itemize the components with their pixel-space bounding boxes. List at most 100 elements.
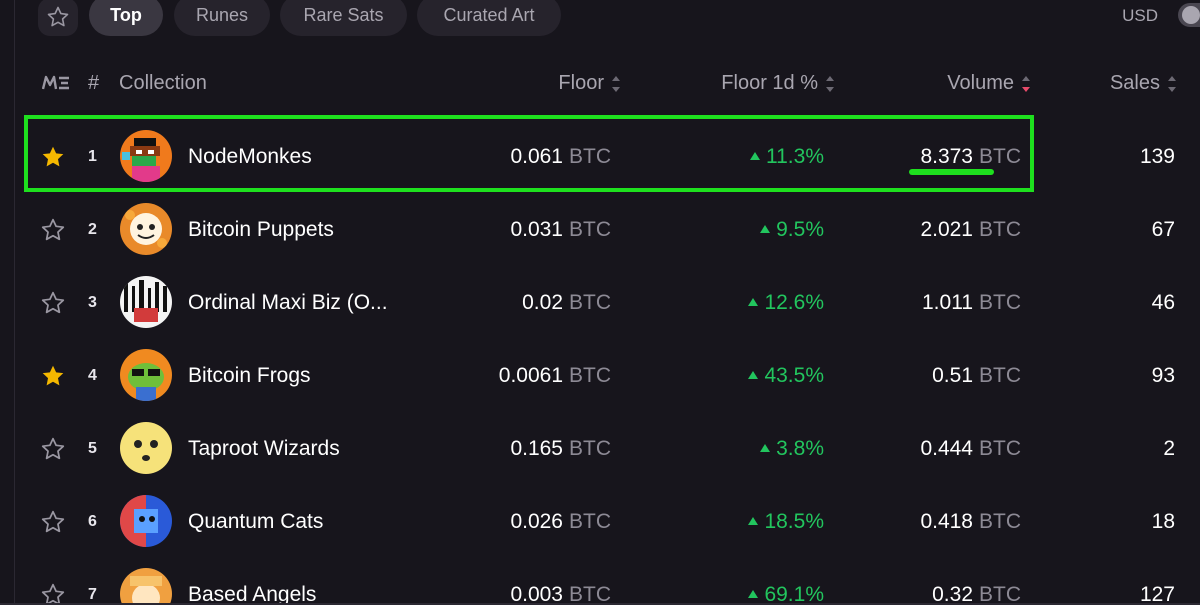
table-row[interactable]: 6 Quantum Cats 0.026 BTC 18.5% 0.418 BTC 18	[24, 485, 1175, 558]
table-row[interactable]: 1 NodeMonkes 0.061 BTC 11.3% 8.373 BTC 139	[24, 120, 1175, 193]
favorite-toggle[interactable]	[40, 558, 66, 605]
volume-cell: 2.021 BTC	[920, 193, 1021, 266]
floor-value: 0.02	[522, 290, 563, 314]
floor-change-value: 69.1%	[764, 582, 824, 605]
tab-top[interactable]: Top	[89, 0, 163, 36]
sort-icon	[1168, 75, 1176, 93]
unit-label: BTC	[569, 582, 611, 605]
floor-change-cell: 9.5%	[760, 193, 824, 266]
floor-value: 0.026	[510, 509, 563, 533]
floor-value: 0.003	[510, 582, 563, 605]
volume-value: 8.373	[920, 144, 973, 168]
floor-header-label: Floor	[558, 72, 604, 94]
favorite-toggle[interactable]	[40, 412, 66, 485]
volume-cell: 0.444 BTC	[920, 412, 1021, 485]
floor-change-cell: 18.5%	[748, 485, 824, 558]
tab-label: Runes	[195, 4, 249, 25]
sort-icon	[612, 75, 620, 93]
volume-sort-header[interactable]: Volume	[947, 72, 1030, 95]
unit-label: BTC	[569, 436, 611, 460]
table-row[interactable]: 3 Ordinal Maxi Biz (O... 0.02 BTC 12.6% 1.011…	[24, 266, 1175, 339]
floor-change-header-label: Floor 1d %	[721, 72, 818, 94]
up-triangle-icon	[748, 589, 759, 598]
floor-value: 0.0061	[498, 363, 563, 387]
favorite-toggle[interactable]	[40, 485, 66, 558]
favorite-toggle[interactable]	[40, 339, 66, 412]
favorite-toggle[interactable]	[40, 120, 66, 193]
toggle-knob	[1182, 6, 1200, 24]
unit-label: BTC	[569, 363, 611, 387]
unit-label: BTC	[569, 217, 611, 241]
unit-label: BTC	[979, 217, 1021, 241]
star-outline-icon	[41, 291, 65, 313]
up-triangle-icon	[748, 297, 759, 306]
volume-cell: 0.32 BTC	[932, 558, 1021, 605]
collection-name[interactable]: NodeMonkes	[188, 120, 312, 193]
sales-cell: 67	[1151, 217, 1175, 241]
collection-avatar[interactable]	[120, 130, 172, 182]
floor-change-cell: 69.1%	[748, 558, 824, 605]
magic-eden-logo-icon	[42, 75, 69, 90]
collection-name[interactable]: Based Angels	[188, 558, 316, 605]
floor-change-cell: 11.3%	[750, 120, 824, 193]
star-filled-icon	[42, 365, 64, 385]
up-triangle-icon	[748, 516, 759, 525]
floor-cell: 0.02 BTC	[522, 266, 611, 339]
collection-avatar[interactable]	[120, 276, 172, 328]
unit-label: BTC	[979, 509, 1021, 533]
favorites-filter-button[interactable]	[38, 0, 78, 36]
unit-label: BTC	[979, 582, 1021, 605]
floor-change-value: 43.5%	[764, 363, 824, 387]
star-filled-icon	[42, 146, 64, 166]
sales-sort-header[interactable]: Sales	[1110, 72, 1176, 95]
collection-avatar[interactable]	[120, 568, 172, 605]
volume-value: 1.011	[922, 290, 973, 314]
floor-change-cell: 43.5%	[748, 339, 824, 412]
collection-name[interactable]: Bitcoin Puppets	[188, 193, 334, 266]
tab-curated-art[interactable]: Curated Art	[417, 0, 561, 36]
collection-name[interactable]: Bitcoin Frogs	[188, 339, 311, 412]
floor-value: 0.165	[510, 436, 563, 460]
collection-name[interactable]: Ordinal Maxi Biz (O...	[188, 266, 388, 339]
table-row[interactable]: 4 Bitcoin Frogs 0.0061 BTC 43.5% 0.51 BTC 93	[24, 339, 1175, 412]
floor-value: 0.061	[510, 144, 563, 168]
sales-cell: 139	[1139, 144, 1175, 168]
floor-cell: 0.165 BTC	[510, 412, 611, 485]
favorite-toggle[interactable]	[40, 193, 66, 266]
star-outline-icon	[41, 437, 65, 459]
volume-underline	[909, 169, 994, 175]
volume-value: 0.418	[920, 509, 973, 533]
tab-label: Rare Sats	[303, 4, 384, 25]
table-header: # Collection Floor Floor 1d % Volume Sal…	[0, 62, 1200, 106]
collection-avatar[interactable]	[120, 495, 172, 547]
tab-label: Top	[110, 4, 142, 25]
table-row[interactable]: 5 Taproot Wizards 0.165 BTC 3.8% 0.444 BTC 2	[24, 412, 1175, 485]
tab-runes[interactable]: Runes	[174, 0, 270, 36]
table-row[interactable]: 7 Based Angels 0.003 BTC 69.1% 0.32 BTC 127	[24, 558, 1175, 605]
floor-change-value: 3.8%	[776, 436, 824, 460]
rank-cell: 6	[88, 512, 97, 530]
floor-change-cell: 3.8%	[760, 412, 824, 485]
star-outline-icon	[47, 6, 69, 27]
collection-avatar[interactable]	[120, 422, 172, 474]
volume-value: 2.021	[920, 217, 973, 241]
floor-sort-header[interactable]: Floor	[558, 72, 620, 95]
currency-label: USD	[1122, 6, 1158, 25]
collection-avatar[interactable]	[120, 349, 172, 401]
floor-cell: 0.0061 BTC	[499, 339, 611, 412]
floor-change-value: 12.6%	[764, 290, 824, 314]
floor-cell: 0.061 BTC	[510, 120, 611, 193]
currency-toggle[interactable]	[1178, 3, 1200, 27]
tab-rare-sats[interactable]: Rare Sats	[280, 0, 407, 36]
floor-change-sort-header[interactable]: Floor 1d %	[721, 72, 834, 95]
collection-avatar[interactable]	[120, 203, 172, 255]
sales-cell: 93	[1151, 363, 1175, 387]
favorite-toggle[interactable]	[40, 266, 66, 339]
unit-label: BTC	[979, 290, 1021, 314]
collection-name[interactable]: Taproot Wizards	[188, 412, 340, 485]
table-row[interactable]: 2 Bitcoin Puppets 0.031 BTC 9.5% 2.021 BTC 67	[24, 193, 1175, 266]
collection-name[interactable]: Quantum Cats	[188, 485, 323, 558]
unit-label: BTC	[979, 363, 1021, 387]
up-triangle-icon	[760, 224, 771, 233]
unit-label: BTC	[569, 144, 611, 168]
